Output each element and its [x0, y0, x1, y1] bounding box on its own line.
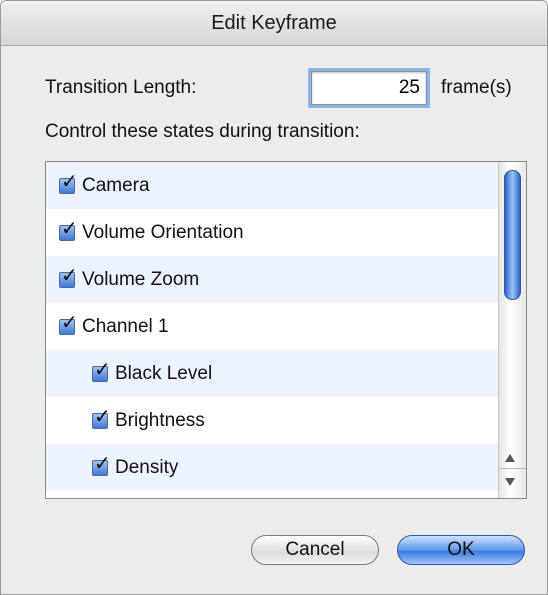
density-checkbox[interactable]: ✓	[92, 454, 111, 476]
scroll-arrow-divider	[499, 468, 526, 469]
black-level-checkbox[interactable]: ✓	[92, 360, 111, 382]
list-item-black-level[interactable]: ✓ Black Level	[46, 350, 526, 397]
list-item-label: Camera	[82, 174, 150, 196]
scroll-down-arrow-icon[interactable]	[505, 478, 515, 486]
checkmark-icon: ✓	[94, 358, 111, 381]
brightness-checkbox[interactable]: ✓	[92, 407, 111, 429]
checkmark-icon: ✓	[61, 311, 78, 334]
ok-button[interactable]: OK	[397, 535, 525, 565]
checkmark-icon: ✓	[61, 217, 78, 240]
list-item-label: Brightness	[115, 409, 205, 431]
transition-length-input[interactable]: 25	[311, 71, 427, 105]
states-heading: Control these states during transition:	[45, 121, 360, 142]
volume-zoom-checkbox[interactable]: ✓	[59, 266, 78, 288]
list-item-channel-1[interactable]: ✓ Channel 1	[46, 303, 513, 350]
list-item-density[interactable]: ✓ Density	[46, 444, 526, 491]
states-list[interactable]: ✓ Camera ✓ Volume Orientation ✓ Volume Z…	[45, 161, 527, 499]
transition-length-label: Transition Length:	[45, 77, 197, 98]
checkmark-icon: ✓	[94, 405, 111, 428]
list-item-label: Density	[115, 456, 179, 478]
list-item-volume-zoom[interactable]: ✓ Volume Zoom	[46, 256, 513, 303]
list-item-label: Black Level	[115, 362, 213, 384]
channel-1-checkbox[interactable]: ✓	[59, 313, 78, 335]
frames-unit-label: frame(s)	[441, 77, 512, 98]
list-item-label: Volume Orientation	[82, 221, 244, 243]
list-item-label: Channel 1	[82, 315, 169, 337]
cancel-button[interactable]: Cancel	[251, 535, 379, 565]
camera-checkbox[interactable]: ✓	[59, 172, 78, 194]
vertical-scrollbar[interactable]	[498, 162, 526, 498]
checkmark-icon: ✓	[61, 170, 78, 193]
list-item-label: Volume Zoom	[82, 268, 200, 290]
list-item-camera[interactable]: ✓ Camera	[46, 162, 513, 209]
window-title: Edit Keyframe	[211, 11, 337, 34]
checkmark-icon: ✓	[94, 452, 111, 475]
volume-orientation-checkbox[interactable]: ✓	[59, 219, 78, 241]
list-item-brightness[interactable]: ✓ Brightness	[46, 397, 526, 444]
scroll-up-arrow-icon[interactable]	[505, 454, 515, 462]
scrollbar-thumb[interactable]	[504, 170, 521, 300]
checkmark-icon: ✓	[61, 264, 78, 287]
list-item-volume-orientation[interactable]: ✓ Volume Orientation	[46, 209, 513, 256]
edit-keyframe-dialog: Edit Keyframe Transition Length: 25 fram…	[0, 0, 548, 595]
title-bar: Edit Keyframe	[1, 1, 547, 46]
